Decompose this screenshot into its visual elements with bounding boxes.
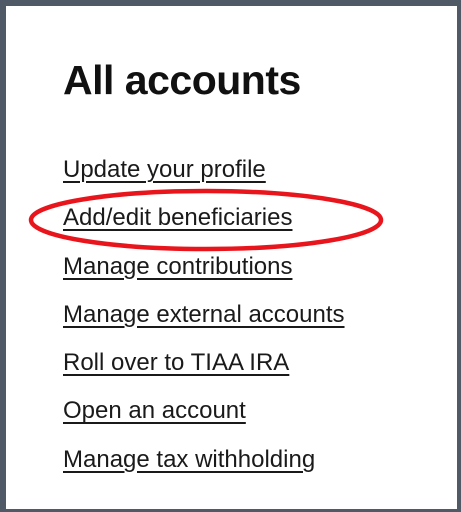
list-item: Manage external accounts [63, 291, 345, 339]
list-item: Update your profile [63, 146, 345, 194]
list-item: Open an account [63, 387, 345, 435]
manage-contributions-link[interactable]: Manage contributions [63, 253, 292, 280]
all-accounts-panel: All accounts Update your profile Add/edi… [0, 0, 461, 512]
account-links-list: Update your profile Add/edit beneficiari… [63, 146, 345, 484]
edit-beneficiaries-link[interactable]: Add/edit beneficiaries [63, 204, 292, 231]
roll-over-ira-link[interactable]: Roll over to TIAA IRA [63, 349, 289, 376]
panel-title: All accounts [63, 57, 301, 103]
manage-external-accounts-link[interactable]: Manage external accounts [63, 301, 345, 328]
list-item: Add/edit beneficiaries [63, 194, 345, 242]
list-item: Manage contributions [63, 243, 345, 291]
list-item: Manage tax withholding [63, 436, 345, 484]
manage-tax-withholding-link[interactable]: Manage tax withholding [63, 446, 315, 473]
list-item: Roll over to TIAA IRA [63, 339, 345, 387]
open-account-link[interactable]: Open an account [63, 397, 246, 424]
update-profile-link[interactable]: Update your profile [63, 156, 266, 183]
